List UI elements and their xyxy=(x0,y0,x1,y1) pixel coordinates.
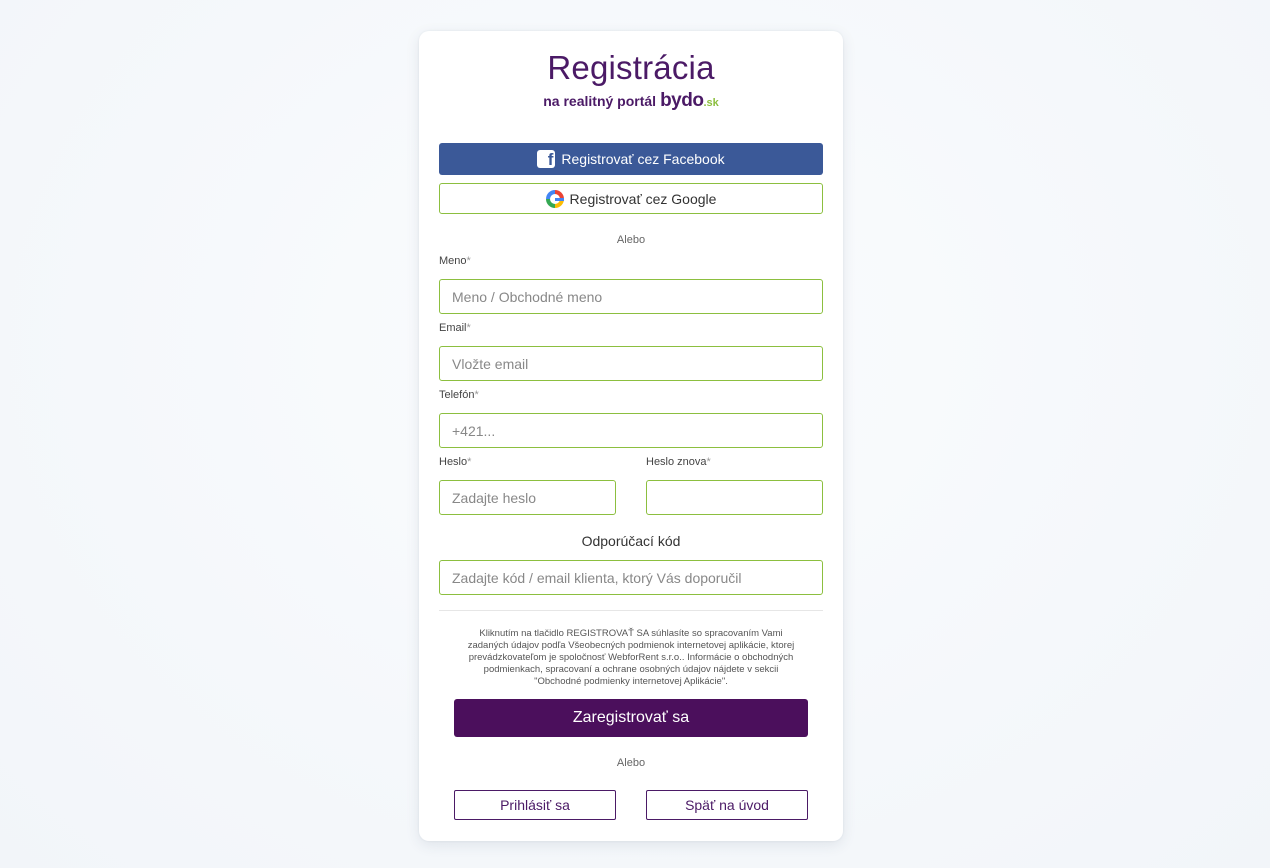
login-button[interactable]: Prihlásiť sa xyxy=(454,790,616,820)
name-label-text: Meno xyxy=(439,255,467,267)
name-label: Meno* xyxy=(439,255,471,267)
facebook-icon: f xyxy=(537,150,556,168)
page-title: Registrácia xyxy=(547,49,715,86)
referral-input[interactable] xyxy=(439,560,823,595)
facebook-register-label: Registrovať cez Facebook xyxy=(561,151,725,167)
terms-text: Kliknutím na tlačidlo REGISTROVAŤ SA súh… xyxy=(467,628,795,687)
password-repeat-input[interactable] xyxy=(646,480,823,515)
password-label-text: Heslo xyxy=(439,456,468,468)
page-subtitle: na realitný portál bydo .sk xyxy=(419,90,843,111)
back-home-button[interactable]: Späť na úvod xyxy=(646,790,808,820)
password-label: Heslo* xyxy=(439,456,471,468)
phone-label: Telefón* xyxy=(439,389,479,401)
brand-logo: bydo xyxy=(660,90,704,111)
password-repeat-label-text: Heslo znova xyxy=(646,456,707,468)
password-input[interactable] xyxy=(439,480,616,515)
facebook-register-button[interactable]: f Registrovať cez Facebook xyxy=(439,143,823,175)
required-mark: * xyxy=(474,389,479,401)
google-register-label: Registrovať cez Google xyxy=(569,190,717,207)
phone-label-text: Telefón xyxy=(439,389,475,401)
phone-input[interactable] xyxy=(439,413,823,448)
required-mark: * xyxy=(467,456,472,468)
divider xyxy=(439,610,823,611)
email-label: Email* xyxy=(439,322,471,334)
brand-logo-tld: .sk xyxy=(703,97,719,109)
separator-text-2: Alebo xyxy=(616,757,646,769)
google-register-button[interactable]: Registrovať cez Google xyxy=(439,183,823,214)
name-input[interactable] xyxy=(439,279,823,314)
separator-text: Alebo xyxy=(616,234,646,246)
referral-label: Odporúčací kód xyxy=(581,533,681,549)
required-mark: * xyxy=(466,255,471,267)
registration-card: Registrácia na realitný portál bydo .sk … xyxy=(419,31,843,841)
subtitle-text: na realitný portál xyxy=(543,93,657,109)
google-icon xyxy=(545,189,564,208)
register-button[interactable]: Zaregistrovať sa xyxy=(454,699,808,737)
password-repeat-label: Heslo znova* xyxy=(646,456,711,468)
required-mark: * xyxy=(706,456,711,468)
email-label-text: Email xyxy=(439,322,467,334)
required-mark: * xyxy=(466,322,471,334)
email-input[interactable] xyxy=(439,346,823,381)
